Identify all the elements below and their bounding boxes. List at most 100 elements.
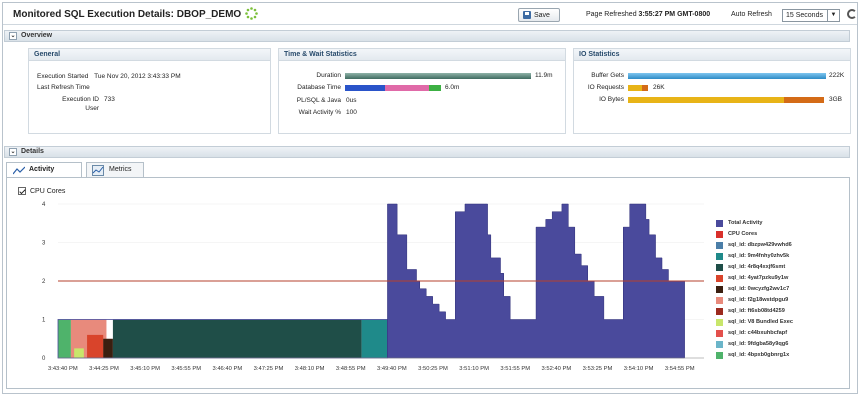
legend-item: sql_id: 9fdgba58y9qg6 [716,341,850,352]
wait-activity-label: Wait Activity % [298,109,341,116]
x-tick-label: 3:45:55 PM [171,366,201,372]
page-refreshed: Page Refreshed 3:55:27 PM GMT-0800 [586,11,710,18]
execution-started-value: Tue Nov 20, 2012 3:43:33 PM [94,73,181,80]
buffer-gets-label: Buffer Gets [591,72,624,79]
db-time-row: Database Time 6.0m [279,84,567,94]
io-requests-bar-read [628,85,642,91]
legend-swatch [716,286,723,293]
x-tick-label: 3:44:25 PM [89,366,119,372]
auto-refresh-label: Auto Refresh [731,11,772,18]
duration-bar [345,73,531,79]
details-label: Details [21,148,44,155]
collapse-chevron-icon[interactable]: ⌄ [9,148,17,156]
series-segment [361,319,388,358]
io-requests-bar-write [642,85,648,91]
x-tick-label: 3:47:25 PM [254,366,284,372]
legend-item: sql_id: c44bxuhbcfapf [716,330,850,341]
overview-label: Overview [21,32,53,39]
legend-label: sql_id: 9fdgba58y9qg6 [728,341,789,347]
save-icon [523,11,531,19]
legend-swatch [716,242,723,249]
y-tick-label: 2 [42,279,46,285]
io-bytes-label: IO Bytes [599,96,624,103]
x-tick-label: 3:46:40 PM [213,366,243,372]
chevron-down-icon[interactable]: ▼ [827,10,839,21]
x-tick-label: 3:48:55 PM [336,366,366,372]
chart-legend: Total Activity CPU Cores sql_id: dbzpw429v… [716,220,850,363]
x-tick-label: 3:50:25 PM [418,366,448,372]
user-label: User [85,105,99,112]
buffer-gets-value: 222K [829,72,845,79]
io-bytes-value: 3GB [829,96,843,103]
legend-item: sql_id: f2g18wstdpgu9 [716,297,850,308]
legend-swatch [716,220,723,227]
legend-label: sql_id: f2g18wstdpgu9 [728,297,789,303]
legend-label: sql_id: ft6sb08td4259 [728,308,785,314]
tab-metrics[interactable]: Metrics [86,162,144,177]
x-tick-label: 3:52:40 PM [542,366,572,372]
io-requests-label: IO Requests [587,84,624,91]
page-refreshed-time: 3:55:27 PM GMT-0800 [638,11,711,18]
x-tick-label: 3:54:55 PM [665,366,695,372]
io-bytes-bar-write [784,97,824,103]
metrics-icon [92,165,104,176]
legend-swatch [716,319,723,326]
buffer-gets-bar [628,73,826,79]
series-segment [103,338,113,358]
legend-swatch [716,341,723,348]
checkbox-checked-icon[interactable] [18,187,26,195]
save-button[interactable]: Save [518,8,560,22]
series-segment [87,334,104,358]
legend-label: Total Activity [728,220,763,226]
legend-swatch [716,264,723,271]
cpu-cores-checkbox-label: CPU Cores [30,187,66,195]
legend-item: sql_id: 4bpxb0gbnrg1x [716,352,850,363]
legend-label: sql_id: 9m4fnhy0zhv5k [728,253,790,259]
cpu-cores-checkbox[interactable]: CPU Cores [18,187,65,195]
x-tick-label: 3:48:10 PM [295,366,325,372]
activity-chart: 0 1 2 3 4 3:43:40 PM 3:44:25 PM 3:45:10 PM 3:45:… [42,202,704,372]
execution-id-value: 733 [104,96,115,103]
legend-label: sql_id: 4bpxb0gbnrg1x [728,352,790,358]
x-tick-label: 3:54:10 PM [624,366,654,372]
refresh-icon[interactable] [847,9,857,19]
series-segment [112,319,362,358]
page-title: Monitored SQL Execution Details: DBOP_DE… [13,9,242,20]
top-bar: Monitored SQL Execution Details: DBOP_DE… [3,3,857,25]
time-wait-panel-title: Time & Wait Statistics [279,49,565,61]
x-tick-label: 3:43:40 PM [48,366,78,372]
legend-label: sql_id: c44bxuhbcfapf [728,330,788,336]
legend-item: sql_id: 0wcyzfg2wv1c7 [716,286,850,297]
db-time-bar-segment-io [429,85,441,91]
y-tick-label: 1 [42,318,46,324]
tab-activity[interactable]: Activity [6,162,82,178]
legend-swatch [716,352,723,359]
db-time-bar-segment-cpu [345,85,385,91]
legend-swatch [716,330,723,337]
buffer-gets-row: Buffer Gets 222K [574,72,852,82]
collapse-chevron-icon[interactable]: ⌄ [9,32,17,40]
legend-swatch [716,297,723,304]
series-segment [58,319,71,358]
legend-label: CPU Cores [728,231,758,237]
general-panel: General Execution Started Tue Nov 20, 20… [28,48,271,134]
io-stats-panel: IO Statistics Buffer Gets 222K IO Reques… [573,48,851,134]
details-section-header[interactable]: ⌄ Details [4,146,850,158]
legend-item: sql_id: ft6sb08td4259 [716,308,850,319]
page-refreshed-label: Page Refreshed [586,11,637,18]
legend-item: sql_id: 4r8q4xxjf6smt [716,264,850,275]
db-time-bar-segment-wait [385,85,429,91]
activity-chart-icon [13,166,25,175]
execution-id-label: Execution ID [62,96,99,103]
general-panel-title: General [29,49,270,61]
auto-refresh-select[interactable]: 15 Seconds ▼ [782,9,840,22]
duration-value: 11.9m [535,72,553,79]
legend-item: sql_id: 9m4fnhy0zhv5k [716,253,850,264]
legend-label: sql_id: 4yat7pzku9y1w [728,275,789,281]
legend-item: sql_id: V8 Bundled Exec [716,319,850,330]
legend-swatch [716,275,723,282]
plsql-value: 0us [346,97,357,104]
legend-swatch [716,253,723,260]
io-requests-row: IO Requests 26K [574,84,852,94]
overview-section-header[interactable]: ⌄ Overview [4,30,850,42]
